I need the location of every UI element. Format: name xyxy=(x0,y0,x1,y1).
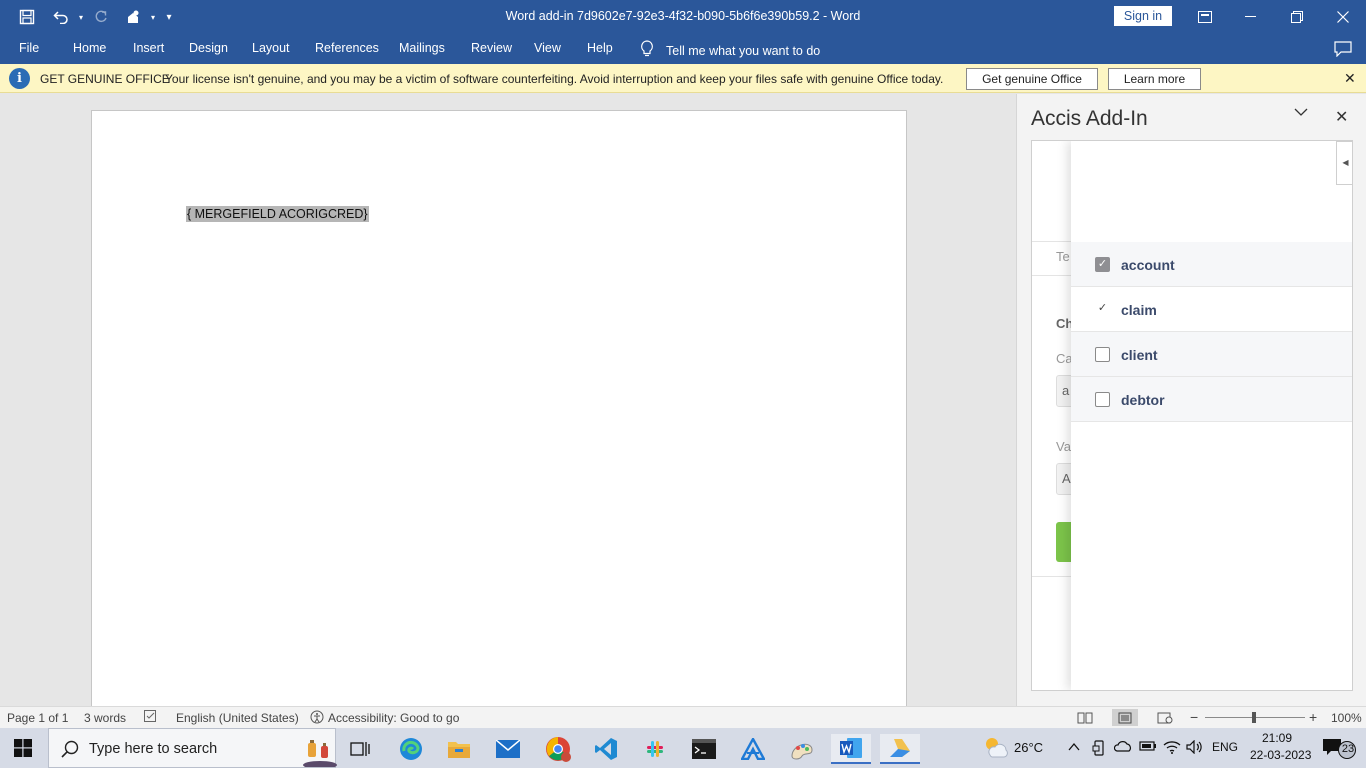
infobar-message: Your license isn't genuine, and you may … xyxy=(165,72,944,86)
search-placeholder: Type here to search xyxy=(89,741,218,757)
collapse-arrow-icon[interactable]: ◀ xyxy=(1336,141,1352,185)
clock-date[interactable]: 22-03-2023 xyxy=(1250,748,1311,762)
weather-icon[interactable] xyxy=(982,735,1008,762)
taskbar-search-box[interactable]: Type here to search xyxy=(48,728,337,768)
checkbox-empty-icon[interactable] xyxy=(1095,347,1110,362)
restore-icon[interactable] xyxy=(1274,0,1320,33)
tab-design[interactable]: Design xyxy=(189,41,228,55)
battery-icon[interactable] xyxy=(1139,740,1157,755)
search-highlight-lantern-icon xyxy=(303,735,337,768)
checkbox-empty-icon[interactable] xyxy=(1095,392,1110,407)
task-pane-options-icon[interactable] xyxy=(1294,106,1308,120)
show-hidden-icons-icon[interactable] xyxy=(1068,740,1080,755)
tab-home[interactable]: Home xyxy=(73,41,106,55)
onedrive-icon[interactable] xyxy=(1113,740,1132,755)
list-item-account[interactable]: ✓ account xyxy=(1071,242,1352,287)
chrome-browser-icon[interactable] xyxy=(538,734,578,764)
document-area: { MERGEFIELD ACORIGCRED} xyxy=(0,94,1016,710)
title-bar: ▾ ▾ ▾ Word add-in 7d9602e7-92e3-4f32-b09… xyxy=(0,0,1366,33)
tab-review[interactable]: Review xyxy=(471,41,512,55)
notification-count: 23 xyxy=(1341,743,1355,755)
get-genuine-office-button[interactable]: Get genuine Office xyxy=(966,68,1098,90)
merge-field[interactable]: { MERGEFIELD ACORIGCRED} xyxy=(186,206,369,222)
weather-temperature[interactable]: 26°C xyxy=(1014,740,1043,755)
tab-file[interactable]: File xyxy=(19,41,39,55)
option-label: claim xyxy=(1121,302,1157,318)
tab-layout[interactable]: Layout xyxy=(252,41,290,55)
word-count[interactable]: 3 words xyxy=(84,711,126,725)
mail-icon[interactable] xyxy=(488,734,528,764)
form-label: Va xyxy=(1056,439,1071,454)
zoom-slider-thumb[interactable] xyxy=(1252,712,1256,723)
tab-mailings[interactable]: Mailings xyxy=(399,41,445,55)
tab-references[interactable]: References xyxy=(315,41,379,55)
learn-more-button[interactable]: Learn more xyxy=(1108,68,1201,90)
list-item-claim[interactable]: ✓ claim xyxy=(1071,287,1352,332)
zoom-out-icon[interactable]: − xyxy=(1190,709,1198,725)
lightbulb-icon xyxy=(640,40,654,61)
tab-insert[interactable]: Insert xyxy=(133,41,164,55)
file-explorer-open-icon[interactable] xyxy=(880,734,920,764)
option-label: account xyxy=(1121,257,1175,273)
option-label: debtor xyxy=(1121,392,1165,408)
tell-me-search[interactable]: Tell me what you want to do xyxy=(640,40,820,61)
windows-start-icon[interactable] xyxy=(14,739,32,760)
info-icon: i xyxy=(9,68,30,89)
vscode-icon[interactable] xyxy=(586,734,626,764)
genuine-office-infobar: i GET GENUINE OFFICE Your license isn't … xyxy=(0,64,1366,93)
add-in-frame: Te Ch Ca a Va A ◀ ✓ account ✓ claim clie… xyxy=(1031,140,1353,691)
task-pane-title: Accis Add-In xyxy=(1031,107,1148,130)
word-app-icon[interactable] xyxy=(831,734,871,764)
list-item-debtor[interactable]: debtor xyxy=(1071,377,1352,422)
close-window-icon[interactable] xyxy=(1320,0,1366,33)
accessibility-status[interactable]: Accessibility: Good to go xyxy=(328,711,459,725)
checkbox-checked-icon[interactable]: ✓ xyxy=(1095,257,1110,272)
file-explorer-icon[interactable] xyxy=(439,734,479,764)
zoom-level[interactable]: 100% xyxy=(1331,711,1362,725)
status-bar: Page 1 of 1 3 words English (United Stat… xyxy=(0,706,1366,728)
input-language[interactable]: ENG xyxy=(1212,740,1238,754)
language-status[interactable]: English (United States) xyxy=(176,711,299,725)
comments-icon[interactable] xyxy=(1334,41,1352,60)
add-in-task-pane: Accis Add-In ✕ Te Ch Ca a Va A ◀ ✓ accou… xyxy=(1016,94,1366,706)
close-infobar-icon[interactable]: ✕ xyxy=(1344,70,1356,87)
sign-in-button[interactable]: Sign in xyxy=(1114,6,1172,26)
close-task-pane-icon[interactable]: ✕ xyxy=(1335,107,1348,127)
option-label: client xyxy=(1121,347,1158,363)
tab-view[interactable]: View xyxy=(534,41,561,55)
azure-data-studio-icon[interactable] xyxy=(733,734,773,764)
tell-me-label: Tell me what you want to do xyxy=(666,43,821,58)
clock-time[interactable]: 21:09 xyxy=(1262,731,1292,745)
minimize-icon[interactable] xyxy=(1228,0,1274,33)
form-label: Te xyxy=(1056,249,1070,264)
terminal-icon[interactable] xyxy=(684,734,724,764)
document-page[interactable]: { MERGEFIELD ACORIGCRED} xyxy=(91,110,907,710)
volume-icon[interactable] xyxy=(1186,739,1204,757)
windows-taskbar: Type here to search 26°C ENG 21:09 22-03… xyxy=(0,728,1366,768)
ribbon-tabs: File Home Insert Design Layout Reference… xyxy=(0,33,1366,64)
meet-now-icon[interactable] xyxy=(1092,740,1106,759)
proofing-icon[interactable] xyxy=(144,710,158,726)
paint-icon[interactable] xyxy=(782,734,822,764)
page-count[interactable]: Page 1 of 1 xyxy=(7,711,68,725)
list-item-client[interactable]: client xyxy=(1071,332,1352,377)
task-view-icon[interactable] xyxy=(340,734,380,764)
web-layout-icon[interactable] xyxy=(1152,709,1178,726)
ribbon-display-options-icon[interactable] xyxy=(1182,0,1228,33)
search-icon xyxy=(61,740,79,761)
read-mode-icon[interactable] xyxy=(1072,709,1098,726)
edge-browser-icon[interactable] xyxy=(391,734,431,764)
category-dropdown-list: ◀ ✓ account ✓ claim client debtor xyxy=(1071,141,1352,690)
accessibility-icon xyxy=(310,710,324,727)
wifi-icon[interactable] xyxy=(1163,740,1181,757)
checkmark-icon[interactable]: ✓ xyxy=(1095,302,1110,317)
tab-help[interactable]: Help xyxy=(587,41,613,55)
zoom-in-icon[interactable]: + xyxy=(1309,709,1317,725)
slack-icon[interactable] xyxy=(635,734,675,764)
print-layout-icon[interactable] xyxy=(1112,709,1138,726)
infobar-title: GET GENUINE OFFICE xyxy=(40,72,170,86)
